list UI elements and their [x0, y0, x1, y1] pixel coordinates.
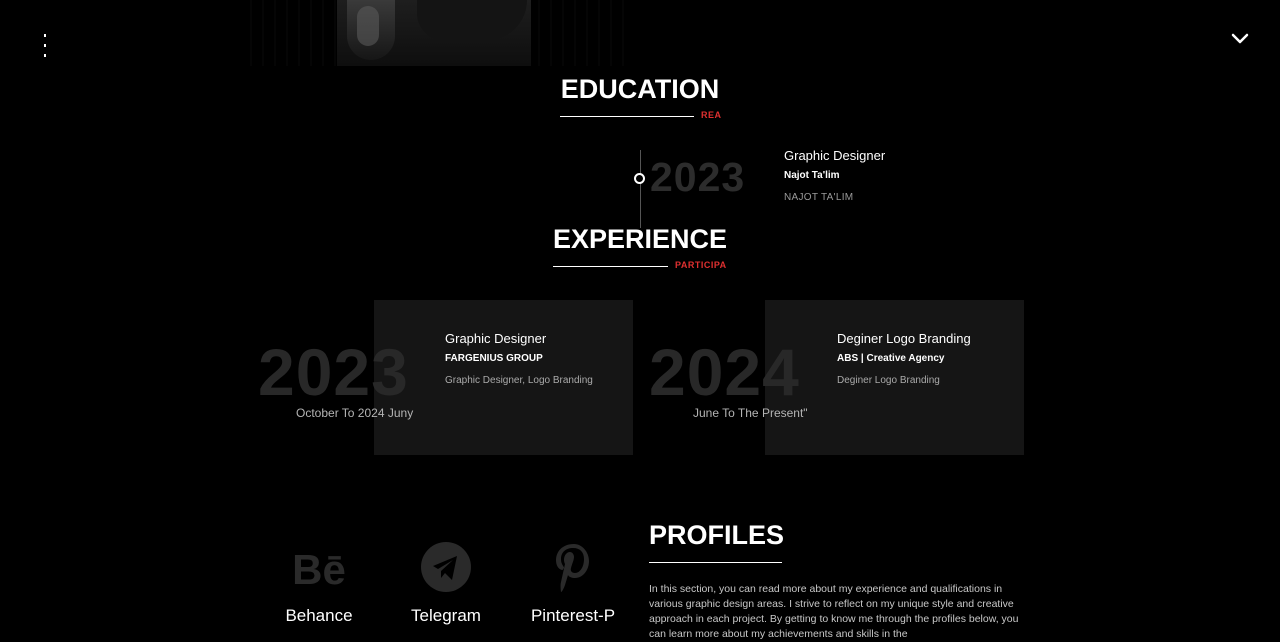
profiles-title: PROFILES — [649, 520, 785, 550]
education-tag: REA — [701, 110, 722, 120]
menu-icon[interactable] — [44, 34, 46, 58]
timeline-line — [640, 150, 641, 228]
experience-period: October To 2024 Juny — [296, 406, 414, 420]
profile-link-behance[interactable]: Bē Behance — [264, 540, 374, 630]
experience-org: ABS | Creative Agency — [837, 353, 945, 364]
experience-desc: Graphic Designer, Logo Branding — [445, 375, 593, 386]
profiles-description: In this section, you can read more about… — [649, 583, 1019, 640]
education-org: Najot Ta'lim — [784, 170, 840, 181]
experience-title: EXPERIENCE — [552, 224, 728, 254]
experience-tag: PARTICIPA — [675, 260, 727, 270]
experience-period: June To The Present" — [693, 406, 808, 420]
education-title-underline — [560, 116, 694, 117]
svg-text:Bē: Bē — [292, 546, 346, 593]
profile-label: Behance — [285, 606, 353, 625]
profiles-title-underline — [649, 562, 782, 563]
experience-year: 2023 — [258, 335, 409, 409]
chevron-down-icon[interactable] — [1230, 30, 1250, 44]
pinterest-icon — [518, 540, 628, 594]
timeline-dot — [634, 173, 645, 184]
education-year: 2023 — [650, 154, 746, 200]
education-desc: NAJOT TA'LIM — [784, 192, 854, 203]
telegram-icon — [391, 540, 501, 594]
experience-role: Graphic Designer — [445, 331, 547, 346]
experience-role: Deginer Logo Branding — [837, 331, 971, 346]
profile-link-pinterest[interactable]: Pinterest-P — [518, 540, 628, 630]
education-role: Graphic Designer — [784, 148, 886, 163]
profile-label: Pinterest-P — [530, 606, 616, 625]
experience-title-underline — [553, 266, 668, 267]
experience-org: FARGENIUS GROUP — [445, 353, 543, 364]
profile-label: Telegram — [411, 606, 481, 625]
profile-link-telegram[interactable]: Telegram — [391, 540, 501, 630]
experience-desc: Deginer Logo Branding — [837, 375, 940, 386]
education-title: EDUCATION — [560, 74, 720, 104]
experience-year: 2024 — [649, 335, 800, 409]
behance-icon: Bē — [264, 540, 374, 594]
hero-photo — [337, 0, 531, 66]
